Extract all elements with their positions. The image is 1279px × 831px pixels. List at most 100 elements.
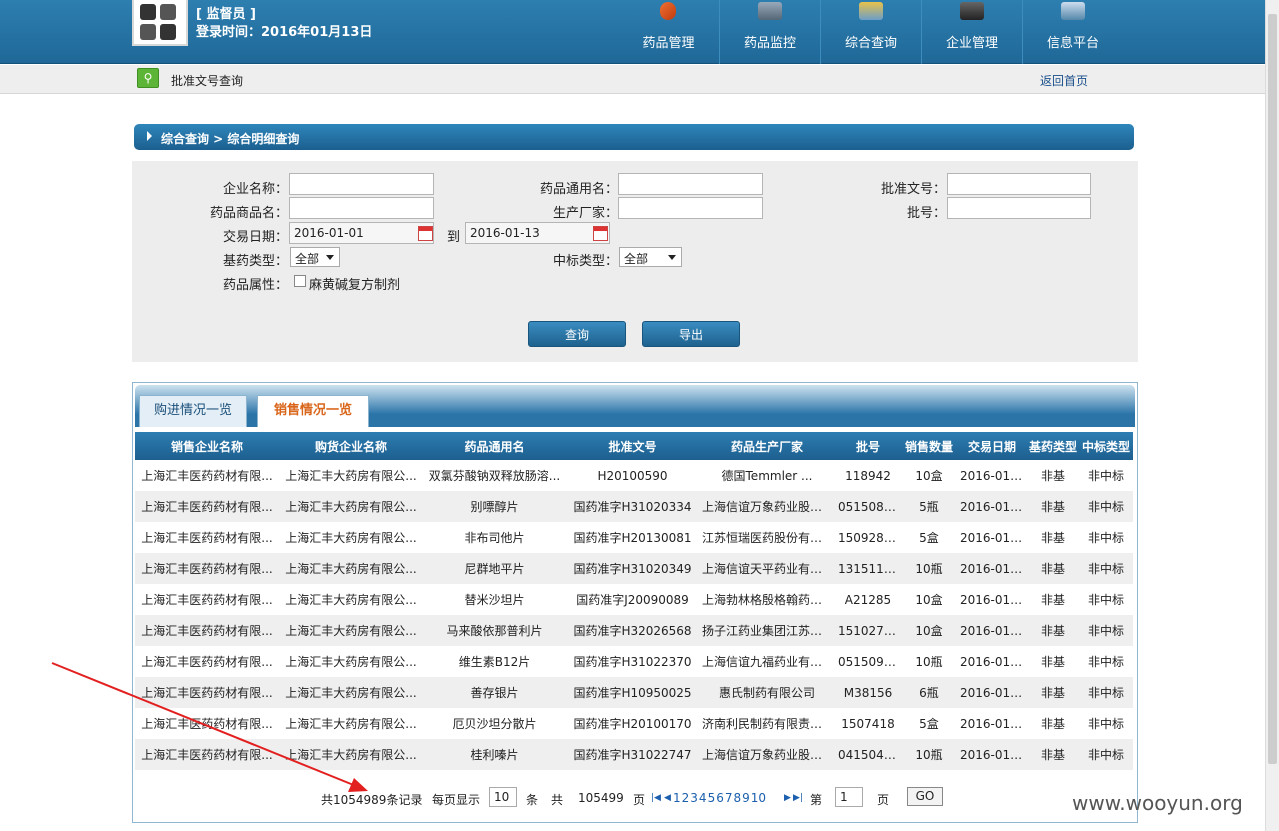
- manufacturer-input[interactable]: [618, 197, 763, 219]
- table-cell: 国药准字J20090089: [566, 584, 699, 615]
- date-from-input[interactable]: 2016-01-01: [289, 222, 434, 244]
- ephedrine-checkbox[interactable]: [294, 275, 306, 287]
- basic-drug-type-select[interactable]: 全部: [290, 247, 340, 267]
- page-link[interactable]: 1: [673, 791, 681, 805]
- nav-drug-management[interactable]: 药品管理: [618, 0, 719, 64]
- table-row[interactable]: 上海汇丰医药药材有限... 上海汇丰大药房有限公... 尼群地平片 国药准字H3102…: [135, 553, 1133, 584]
- tab-purchase-overview[interactable]: 购进情况一览: [139, 395, 247, 427]
- table-cell: 上海汇丰医药药材有限...: [135, 553, 279, 584]
- table-row[interactable]: 上海汇丰医药药材有限... 上海汇丰大药房有限公... 马来酸依那普利片 国药准字H3…: [135, 615, 1133, 646]
- goto-unit: 页: [877, 793, 890, 807]
- go-button[interactable]: GO: [907, 787, 943, 806]
- page-link[interactable]: 6: [716, 791, 724, 805]
- table-row[interactable]: 上海汇丰医药药材有限... 上海汇丰大药房有限公... 维生素B12片 国药准字H31…: [135, 646, 1133, 677]
- nav-enterprise-management[interactable]: 企业管理: [921, 0, 1022, 64]
- batch-no-input[interactable]: [947, 197, 1091, 219]
- table-row[interactable]: 上海汇丰医药药材有限... 上海汇丰大药房有限公... 替米沙坦片 国药准字J2009…: [135, 584, 1133, 615]
- table-cell: 上海汇丰医药药材有限...: [135, 677, 279, 708]
- table-cell: 上海信谊九福药业有限...: [699, 646, 835, 677]
- page-link[interactable]: 3: [690, 791, 698, 805]
- trade-name-input[interactable]: [289, 197, 434, 219]
- table-cell: 上海信谊万象药业股份...: [699, 491, 835, 522]
- nav-info-platform[interactable]: 信息平台: [1022, 0, 1123, 64]
- table-cell: 上海汇丰大药房有限公...: [279, 460, 423, 491]
- user-role: [ 监督员 ]: [196, 7, 256, 22]
- scrollbar-thumb[interactable]: [1268, 14, 1277, 764]
- table-cell: 善存银片: [423, 677, 566, 708]
- table-cell: 非中标: [1079, 739, 1133, 770]
- last-page-icon[interactable]: ▶|: [793, 793, 803, 803]
- company-name-input[interactable]: [289, 173, 434, 195]
- table-cell: 非中标: [1079, 460, 1133, 491]
- table-cell: 非布司他片: [423, 522, 566, 553]
- nav-comprehensive-query[interactable]: 综合查询: [820, 0, 921, 64]
- table-cell: 非中标: [1079, 646, 1133, 677]
- query-button[interactable]: 查询: [528, 321, 626, 347]
- generic-name-input[interactable]: [618, 173, 763, 195]
- table-cell: M38156: [835, 677, 901, 708]
- sales-table: 销售企业名称 购货企业名称 药品通用名 批准文号 药品生产厂家 批号 销售数量 交易日期 基药类…: [135, 432, 1133, 770]
- table-cell: 10盒: [901, 584, 957, 615]
- next-page-icon[interactable]: ▶: [784, 793, 791, 803]
- table-row[interactable]: 上海汇丰医药药材有限... 上海汇丰大药房有限公... 非布司他片 国药准字H2013…: [135, 522, 1133, 553]
- page-link[interactable]: 9: [742, 791, 750, 805]
- table-row[interactable]: 上海汇丰医药药材有限... 上海汇丰大药房有限公... 善存银片 国药准字H10950…: [135, 677, 1133, 708]
- per-page-input[interactable]: 10: [489, 787, 517, 807]
- table-cell: 桂利嗪片: [423, 739, 566, 770]
- approval-no-input[interactable]: [947, 173, 1091, 195]
- table-cell: 上海信谊天平药业有限...: [699, 553, 835, 584]
- logo: [132, 0, 188, 46]
- info-icon: [1061, 2, 1085, 20]
- table-cell: 2016-01-13: [957, 553, 1027, 584]
- table-cell: 上海汇丰大药房有限公...: [279, 677, 423, 708]
- table-cell: 15102711: [835, 615, 901, 646]
- table-cell: 非基: [1027, 491, 1079, 522]
- bid-type-select[interactable]: 全部: [619, 247, 682, 267]
- nav-label: 药品管理: [642, 36, 695, 51]
- table-cell: 2016-01-13: [957, 677, 1027, 708]
- table-row[interactable]: 上海汇丰医药药材有限... 上海汇丰大药房有限公... 双氯芬酸钠双释放肠溶... H…: [135, 460, 1133, 491]
- page-link[interactable]: 8: [733, 791, 741, 805]
- date-to-input[interactable]: 2016-01-13: [465, 222, 610, 244]
- page-link[interactable]: 4: [699, 791, 707, 805]
- vertical-scrollbar[interactable]: [1265, 0, 1279, 831]
- prev-page-icon[interactable]: ◀: [664, 793, 671, 803]
- column-header: 销售企业名称: [135, 432, 279, 460]
- table-cell: 非基: [1027, 522, 1079, 553]
- table-cell: 国药准字H10950025: [566, 677, 699, 708]
- search-form: 企业名称： 药品通用名： 批准文号： 药品商品名： 生产厂家： 批号： 交易日期…: [132, 161, 1138, 362]
- table-cell: 2016-01-13: [957, 615, 1027, 646]
- first-page-icon[interactable]: |◀: [651, 793, 661, 803]
- column-header: 交易日期: [957, 432, 1027, 460]
- table-cell: 2016-01-13: [957, 522, 1027, 553]
- table-row[interactable]: 上海汇丰医药药材有限... 上海汇丰大药房有限公... 桂利嗪片 国药准字H31022…: [135, 739, 1133, 770]
- export-button[interactable]: 导出: [642, 321, 740, 347]
- table-row[interactable]: 上海汇丰医药药材有限... 上海汇丰大药房有限公... 厄贝沙坦分散片 国药准字H20…: [135, 708, 1133, 739]
- table-cell: 10瓶: [901, 739, 957, 770]
- back-home-link[interactable]: 返回首页: [1040, 72, 1088, 89]
- table-cell: 国药准字H31020334: [566, 491, 699, 522]
- page-link[interactable]: 10: [751, 791, 766, 805]
- column-header: 批准文号: [566, 432, 699, 460]
- table-row[interactable]: 上海汇丰医药药材有限... 上海汇丰大药房有限公... 别嘌醇片 国药准字H31020…: [135, 491, 1133, 522]
- bid-type-value: 全部: [624, 252, 649, 266]
- goto-page-input[interactable]: 1: [835, 787, 863, 807]
- table-cell: 10瓶: [901, 646, 957, 677]
- table-cell: 上海汇丰大药房有限公...: [279, 522, 423, 553]
- pagination: 共1054989条记录 每页显示 10 条 共 105499 页 |◀ ◀ 12…: [133, 785, 1137, 809]
- nav-drug-monitoring[interactable]: 药品监控: [719, 0, 820, 64]
- table-cell: 上海汇丰大药房有限公...: [279, 584, 423, 615]
- table-cell: 非中标: [1079, 522, 1133, 553]
- column-header: 批号: [835, 432, 901, 460]
- page-link[interactable]: 7: [725, 791, 733, 805]
- calendar-icon[interactable]: [418, 226, 433, 241]
- watermark: www.wooyun.org: [1072, 791, 1243, 815]
- calendar-icon[interactable]: [593, 226, 608, 241]
- page-link[interactable]: 5: [708, 791, 716, 805]
- chart-icon: [859, 2, 883, 20]
- table-cell: 5盒: [901, 522, 957, 553]
- page-link[interactable]: 2: [682, 791, 690, 805]
- column-header: 销售数量: [901, 432, 957, 460]
- table-cell: 上海汇丰大药房有限公...: [279, 708, 423, 739]
- tab-sales-overview[interactable]: 销售情况一览: [257, 395, 369, 427]
